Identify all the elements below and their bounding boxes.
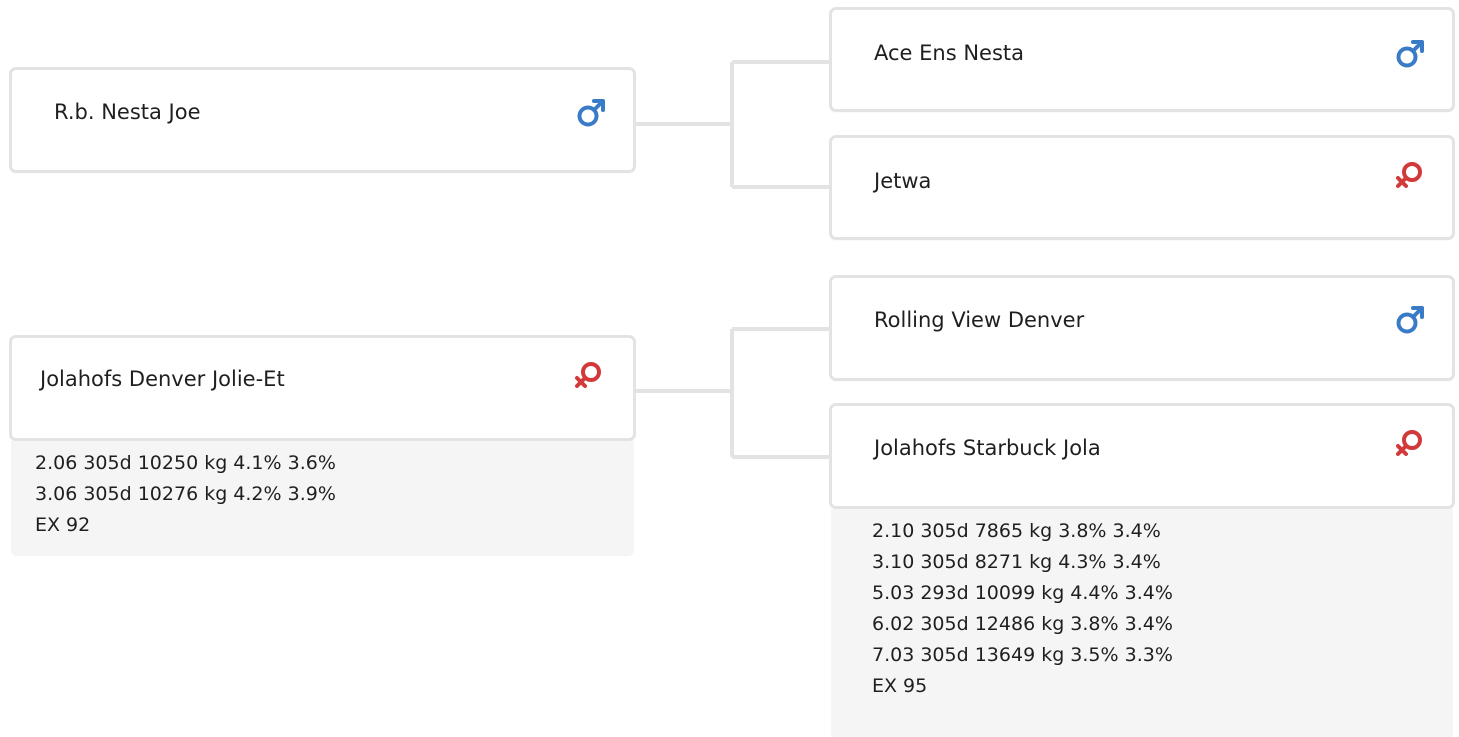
performance-records-dam: 2.06 305d 10250 kg 4.1% 3.6% 3.06 305d 1…	[11, 441, 634, 556]
animal-card-dam[interactable]: Jolahofs Denver Jolie-Et	[9, 335, 636, 441]
classification-score: EX 95	[872, 675, 928, 697]
record-line: 5.03 293d 10099 kg 4.4% 3.4%	[872, 582, 1173, 604]
record-line: 2.06 305d 10250 kg 4.1% 3.6%	[35, 452, 336, 474]
female-icon	[1396, 430, 1422, 456]
connector-sire	[636, 60, 829, 189]
animal-name: Ace Ens Nesta	[874, 41, 1025, 65]
record-line: 2.10 305d 7865 kg 3.8% 3.4%	[872, 520, 1161, 542]
animal-name: Jolahofs Denver Jolie-Et	[40, 367, 285, 391]
record-line: 3.10 305d 8271 kg 4.3% 3.4%	[872, 551, 1161, 573]
male-icon	[1396, 306, 1424, 334]
record-line: 6.02 305d 12486 kg 3.8% 3.4%	[872, 613, 1173, 635]
animal-name: Jetwa	[874, 169, 932, 193]
male-icon	[577, 99, 605, 127]
animal-card-dam-sire[interactable]: Rolling View Denver	[829, 275, 1455, 381]
male-icon	[1396, 40, 1424, 68]
classification-score: EX 92	[35, 514, 91, 536]
animal-card-sire-sire[interactable]: Ace Ens Nesta	[829, 7, 1455, 112]
female-icon	[1396, 162, 1422, 188]
animal-card-sire[interactable]: R.b. Nesta Joe	[9, 67, 636, 173]
female-icon	[575, 362, 601, 388]
animal-card-dam-dam[interactable]: Jolahofs Starbuck Jola	[829, 403, 1455, 509]
record-line: 7.03 305d 13649 kg 3.5% 3.3%	[872, 644, 1173, 666]
connector-dam	[636, 327, 829, 459]
animal-name: Jolahofs Starbuck Jola	[874, 436, 1101, 460]
animal-card-sire-dam[interactable]: Jetwa	[829, 135, 1455, 240]
performance-records-dam-dam: 2.10 305d 7865 kg 3.8% 3.4% 3.10 305d 82…	[831, 509, 1453, 737]
record-line: 3.06 305d 10276 kg 4.2% 3.9%	[35, 483, 336, 505]
animal-name: R.b. Nesta Joe	[54, 100, 201, 124]
animal-name: Rolling View Denver	[874, 308, 1085, 332]
